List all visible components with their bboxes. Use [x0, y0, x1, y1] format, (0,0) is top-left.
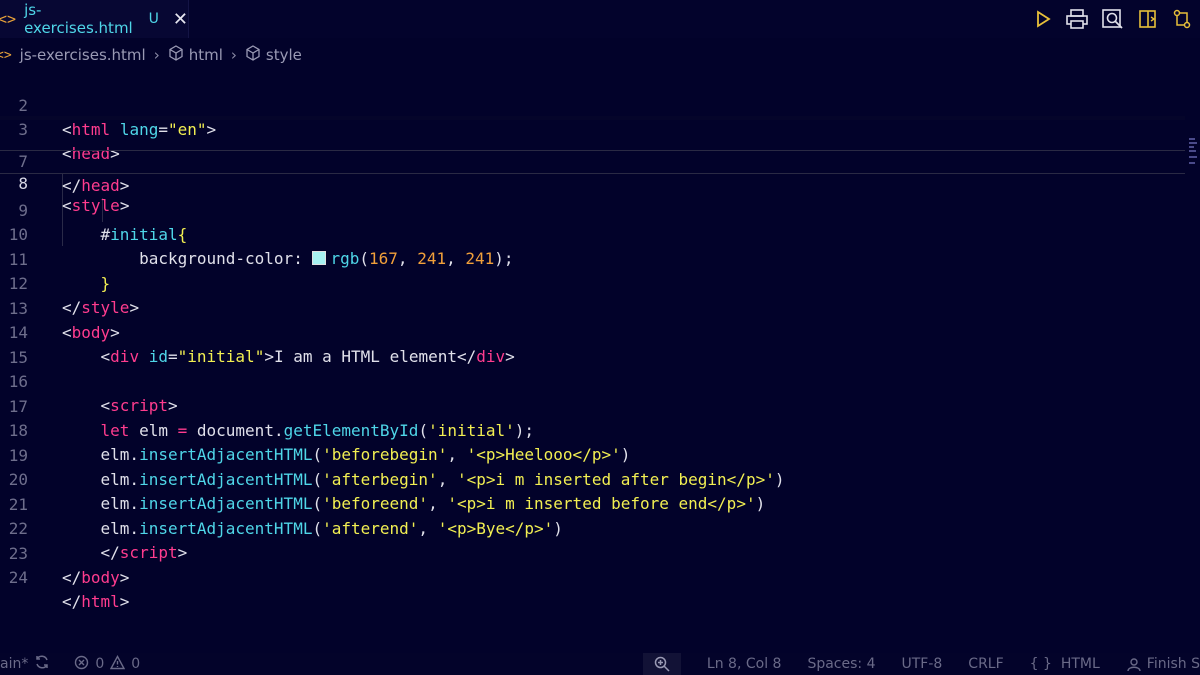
code-editor[interactable]: 2 <html lang="en"> 3 <head> 7 </head> 8 … — [0, 68, 1200, 653]
code-line[interactable]: 19 elm.insertAdjacentHTML('afterbegin', … — [0, 420, 1185, 489]
code-line[interactable]: 23 </body> — [0, 518, 1185, 587]
cube-icon — [245, 45, 266, 65]
warning-icon[interactable] — [110, 654, 126, 674]
chevron-right-icon: › — [230, 46, 237, 64]
account-icon — [1127, 658, 1141, 672]
code-line[interactable]: 14 <div id="initial">I am a HTML element… — [0, 297, 1185, 366]
source-control-compare-icon[interactable] — [1172, 9, 1192, 29]
breadcrumb-html[interactable]: html — [189, 46, 223, 64]
code-line[interactable]: 10 background-color: rgb(167, 241, 241); — [0, 199, 1185, 268]
code-line[interactable]: 3 <head> — [0, 94, 1185, 163]
error-icon[interactable] — [74, 655, 89, 674]
code-line[interactable]: 22 </script> — [0, 493, 1185, 562]
split-editor-icon[interactable] — [1138, 9, 1158, 29]
status-bar: ain* 0 0 Ln 8, Col 8 Spaces: 4 UTF-8 CRL… — [0, 653, 1200, 675]
code-line[interactable]: 21 elm.insertAdjacentHTML('afterend', '<… — [0, 469, 1185, 538]
print-icon[interactable] — [1066, 9, 1088, 29]
error-count: 0 — [95, 656, 105, 672]
code-line-current[interactable]: 8 <style> — [0, 150, 1185, 215]
sync-icon[interactable] — [34, 654, 50, 674]
end-of-line[interactable]: CRLF — [968, 656, 1003, 672]
code-line[interactable]: 17 let elm = document.getElementById('in… — [0, 371, 1185, 440]
breadcrumb-file[interactable]: js-exercises.html — [20, 46, 146, 64]
code-line[interactable]: 24 </html> — [0, 542, 1185, 611]
warning-count: 0 — [131, 656, 141, 672]
editor-actions — [1034, 0, 1200, 38]
minimap[interactable] — [1188, 136, 1198, 172]
braces-icon: { } — [1029, 656, 1052, 672]
code-line[interactable]: 18 elm.insertAdjacentHTML('beforebegin',… — [0, 395, 1185, 464]
tab-bar: <> js-exercises.html U ✕ — [0, 0, 1200, 38]
breadcrumb-style[interactable]: style — [266, 46, 302, 64]
encoding[interactable]: UTF-8 — [901, 656, 942, 672]
code-line[interactable]: 9 #initial{ — [0, 175, 1185, 244]
code-line[interactable]: 7 </head> — [0, 126, 1185, 195]
zoom-icon[interactable] — [642, 653, 681, 675]
close-tab-icon[interactable]: ✕ — [173, 9, 188, 30]
indentation[interactable]: Spaces: 4 — [807, 656, 875, 672]
cursor-position[interactable]: Ln 8, Col 8 — [707, 656, 782, 672]
sticky-scroll-shadow — [0, 116, 1185, 120]
code-line[interactable]: 15 — [0, 322, 1185, 367]
run-icon[interactable] — [1034, 10, 1052, 28]
code-line[interactable]: 12 </style> — [0, 248, 1185, 317]
finish-label: Finish S — [1146, 656, 1200, 672]
code-line[interactable]: 13 <body> — [0, 273, 1185, 342]
html-file-icon: <> — [0, 47, 12, 63]
code-line[interactable]: 11 } — [0, 224, 1185, 293]
tab-file-name: js-exercises.html — [24, 1, 133, 37]
html-file-icon: <> — [0, 10, 17, 28]
finish-setup[interactable]: Finish S — [1126, 656, 1200, 672]
branch-name[interactable]: ain* — [0, 656, 28, 672]
language-mode[interactable]: { } HTML — [1030, 656, 1100, 672]
editor-tab-js-exercises[interactable]: <> js-exercises.html U ✕ — [0, 0, 189, 38]
code-line[interactable]: 16 <script> — [0, 346, 1185, 415]
untracked-badge: U — [148, 11, 159, 27]
breadcrumb: <> js-exercises.html › html › style — [0, 42, 302, 68]
preview-search-icon[interactable] — [1102, 9, 1124, 29]
chevron-right-icon: › — [153, 46, 160, 64]
code-line[interactable]: 2 <html lang="en"> — [0, 70, 1185, 139]
code-line[interactable]: 20 elm.insertAdjacentHTML('beforeend', '… — [0, 444, 1185, 513]
language-label: HTML — [1060, 656, 1100, 672]
cube-icon — [168, 45, 189, 65]
line-number: 24 — [8, 568, 28, 587]
